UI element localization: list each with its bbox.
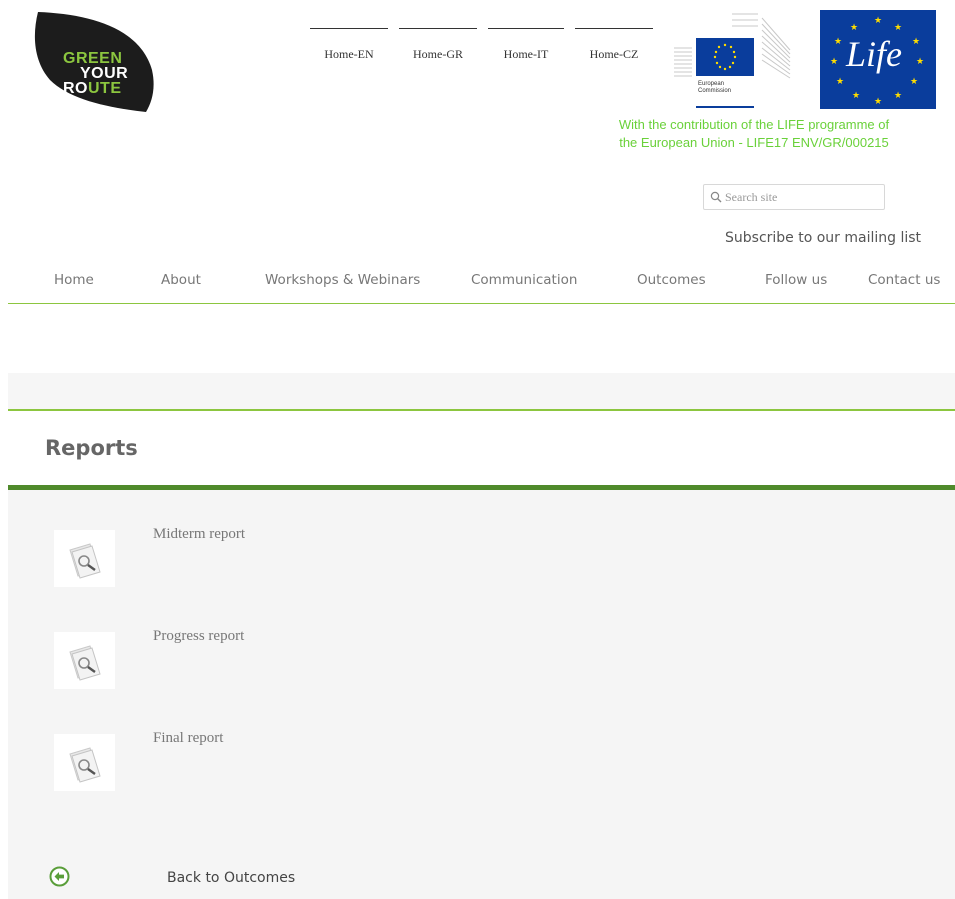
lang-link-en[interactable]: Home-EN	[310, 28, 388, 62]
svg-text:★: ★	[894, 23, 902, 33]
search-icon	[710, 191, 722, 203]
lang-link-cz[interactable]: Home-CZ	[575, 28, 653, 62]
subscribe-link[interactable]: Subscribe to our mailing list	[725, 230, 921, 246]
main-nav: Home About Workshops & Webinars Communic…	[8, 268, 955, 304]
lang-link-gr[interactable]: Home-GR	[399, 28, 477, 62]
life-programme-logo: ★ ★ ★ ★ ★ ★ ★ ★ ★ ★ ★ ★ Life	[820, 10, 936, 109]
logo-text-route: ROUTE	[63, 80, 122, 97]
ec-caption: European Commission	[698, 81, 732, 94]
report-thumbnail[interactable]	[54, 734, 115, 791]
search-input[interactable]	[725, 189, 875, 205]
nav-item-workshops[interactable]: Workshops & Webinars	[265, 272, 420, 288]
nav-item-outcomes[interactable]: Outcomes	[637, 272, 706, 288]
report-item-midterm: Midterm report	[54, 526, 374, 587]
svg-text:★: ★	[874, 16, 882, 26]
svg-text:★: ★	[916, 57, 924, 67]
lang-link-it[interactable]: Home-IT	[488, 28, 564, 62]
svg-text:★: ★	[852, 91, 860, 101]
report-thumbnail[interactable]	[54, 632, 115, 689]
back-arrow-icon[interactable]	[49, 866, 70, 887]
greenyourroute-logo[interactable]: GREEN YOUR ROUTE	[30, 10, 156, 114]
report-item-final: Final report	[54, 730, 374, 791]
svg-text:★: ★	[910, 77, 918, 87]
nav-item-about[interactable]: About	[161, 272, 201, 288]
svg-text:★: ★	[834, 37, 842, 47]
report-link-final[interactable]: Final report	[153, 730, 223, 747]
svg-text:★: ★	[894, 91, 902, 101]
report-item-progress: Progress report	[54, 628, 374, 689]
magnifier-document-icon	[69, 747, 101, 783]
ec-building-icon	[674, 13, 791, 108]
life-text: Life	[846, 34, 903, 74]
svg-text:★: ★	[836, 77, 844, 87]
language-nav: Home-EN Home-GR Home-IT Home-CZ	[310, 28, 653, 62]
european-commission-logo: European Commission	[672, 10, 800, 110]
nav-item-home[interactable]: Home	[54, 272, 94, 288]
report-thumbnail[interactable]	[54, 530, 115, 587]
search-box[interactable]	[703, 184, 885, 210]
back-to-outcomes-link[interactable]: Back to Outcomes	[167, 870, 295, 886]
svg-text:★: ★	[830, 57, 838, 67]
svg-text:★: ★	[850, 23, 858, 33]
magnifier-document-icon	[69, 543, 101, 579]
page-title: Reports	[45, 436, 138, 460]
svg-text:★: ★	[874, 97, 882, 107]
nav-item-communication[interactable]: Communication	[471, 272, 577, 288]
report-link-midterm[interactable]: Midterm report	[153, 526, 245, 543]
magnifier-document-icon	[69, 645, 101, 681]
svg-text:★: ★	[912, 37, 920, 47]
report-link-progress[interactable]: Progress report	[153, 628, 244, 645]
nav-item-contact-us[interactable]: Contact us	[868, 272, 940, 288]
nav-item-follow-us[interactable]: Follow us	[765, 272, 827, 288]
contribution-text: With the contribution of the LIFE progra…	[618, 117, 890, 150]
section-band	[8, 373, 955, 411]
